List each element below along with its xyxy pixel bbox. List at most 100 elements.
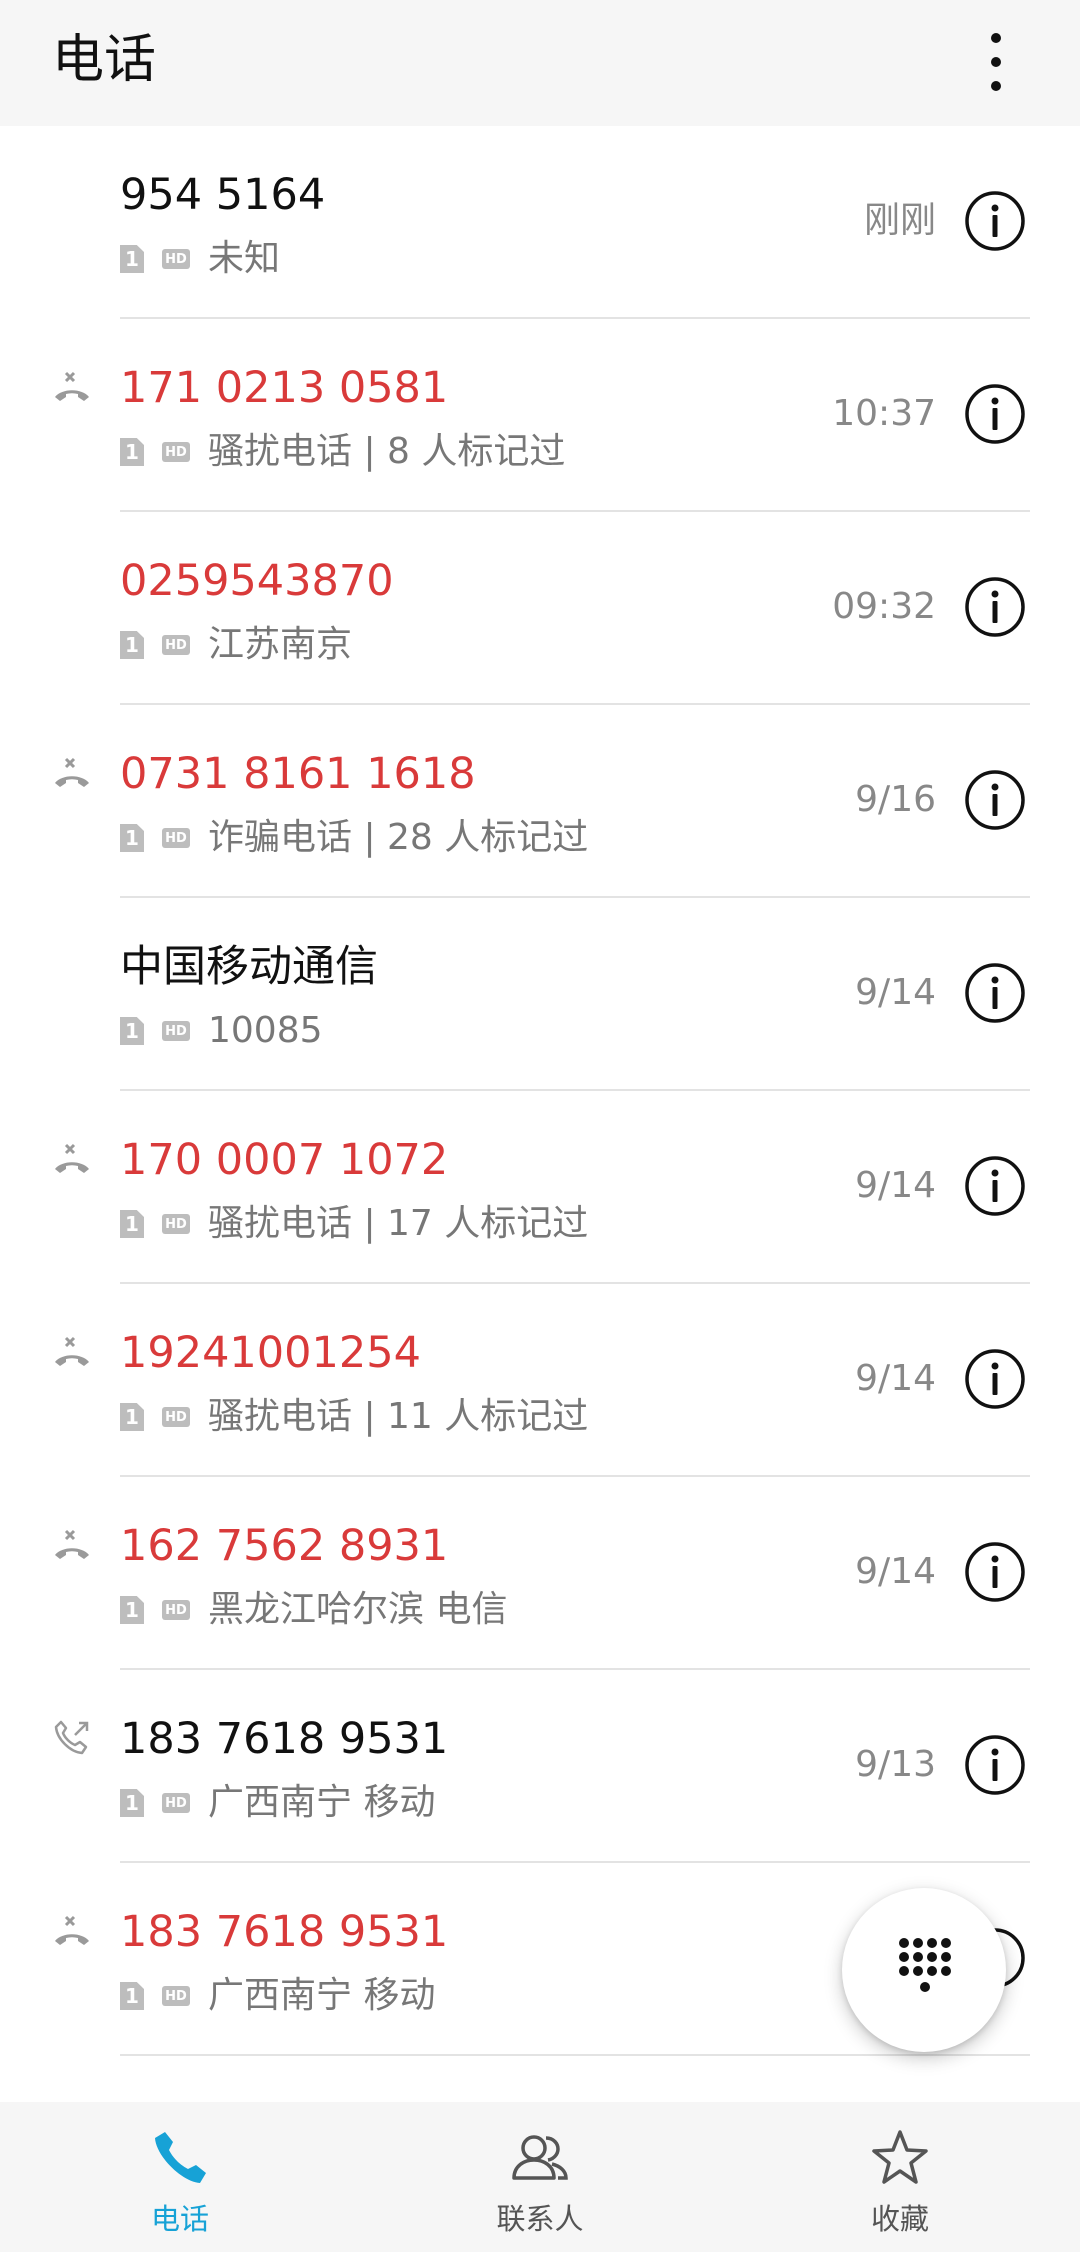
caller-name: 170 0007 1072: [120, 1135, 449, 1185]
tab-phone[interactable]: 电话: [0, 2102, 360, 2252]
call-type-icon: [52, 1718, 92, 1758]
hd-badge: HD: [162, 249, 190, 269]
call-details: 1 HD 诈骗电话 | 28 人标记过: [120, 815, 588, 861]
call-details: 1 HD 骚扰电话 | 11 人标记过: [120, 1394, 588, 1440]
caller-location: 骚扰电话 | 8 人标记过: [208, 431, 566, 472]
caller-name: 162 7562 8931: [120, 1521, 449, 1571]
dialpad-icon: [899, 1938, 951, 1992]
call-time: 9/14: [855, 972, 936, 1013]
call-time: 9/14: [855, 1358, 936, 1399]
info-icon[interactable]: [964, 1541, 1026, 1603]
phone-icon: [155, 2132, 206, 2183]
call-log-row[interactable]: 0731 8161 1618 1 HD 诈骗电话 | 28 人标记过 9/16: [0, 705, 1080, 898]
info-icon[interactable]: [964, 1155, 1026, 1217]
call-time: 刚刚: [863, 200, 936, 241]
call-type-icon: [52, 560, 92, 600]
call-details: 1 HD 江苏南京: [120, 622, 352, 668]
call-log-row[interactable]: 183 7618 9531 1 HD 广西南宁 移动 9/13: [0, 1670, 1080, 1863]
call-log-row[interactable]: 171 0213 0581 1 HD 骚扰电话 | 8 人标记过 10:37: [0, 319, 1080, 512]
caller-name: 0259543870: [120, 556, 394, 606]
call-details: 1 HD 广西南宁 移动: [120, 1780, 435, 1826]
caller-name: 19241001254: [120, 1328, 421, 1378]
hd-badge: HD: [162, 828, 190, 848]
call-details: 1 HD 未知: [120, 236, 280, 282]
sim-card-icon: 1: [120, 824, 144, 852]
caller-name: 0731 8161 1618: [120, 749, 476, 799]
divider: [120, 2054, 1030, 2056]
sim-card-icon: 1: [120, 1017, 144, 1045]
tab-contacts[interactable]: 联系人: [360, 2102, 720, 2252]
call-time: 9/14: [855, 1551, 936, 1592]
call-type-icon: [52, 174, 92, 214]
sim-card-icon: 1: [120, 1789, 144, 1817]
tab-label: 收藏: [870, 2202, 929, 2236]
app-bar: 电话: [0, 0, 1080, 126]
call-log-row[interactable]: 中国移动通信 1 HD 10085 9/14: [0, 898, 1080, 1091]
call-time: 9/14: [855, 1165, 936, 1206]
call-type-icon: [52, 1525, 92, 1565]
call-type-icon: [52, 753, 92, 793]
sim-card-icon: 1: [120, 631, 144, 659]
caller-location: 广西南宁 移动: [208, 1782, 436, 1823]
call-log-row[interactable]: 162 7562 8931 1 HD 黑龙江哈尔滨 电信 9/14: [0, 1477, 1080, 1670]
caller-location: 骚扰电话 | 17 人标记过: [208, 1203, 589, 1244]
caller-location: 10085: [208, 1010, 323, 1051]
info-icon[interactable]: [964, 190, 1026, 252]
caller-name: 中国移动通信: [120, 942, 378, 992]
info-icon[interactable]: [964, 769, 1026, 831]
caller-location: 诈骗电话 | 28 人标记过: [208, 817, 589, 858]
caller-name: 183 7618 9531: [120, 1714, 449, 1764]
call-details: 1 HD 广西南宁 移动: [120, 1973, 435, 2019]
tab-favorites[interactable]: 收藏: [720, 2102, 1080, 2252]
hd-badge: HD: [162, 1407, 190, 1427]
caller-location: 广西南宁 移动: [208, 1975, 436, 2016]
bottom-navigation: 电话 联系人 收藏: [0, 2102, 1080, 2252]
info-icon[interactable]: [964, 1734, 1026, 1796]
tab-label: 电话: [150, 2202, 209, 2236]
hd-badge: HD: [162, 1214, 190, 1234]
tab-label: 联系人: [496, 2202, 584, 2236]
hd-badge: HD: [162, 1793, 190, 1813]
caller-location: 骚扰电话 | 11 人标记过: [208, 1396, 589, 1437]
hd-badge: HD: [162, 1021, 190, 1041]
call-type-icon: [52, 367, 92, 407]
call-details: 1 HD 黑龙江哈尔滨 电信: [120, 1587, 507, 1633]
call-type-icon: [52, 1911, 92, 1951]
dialpad-button[interactable]: [842, 1888, 1006, 2052]
sim-card-icon: 1: [120, 1596, 144, 1624]
call-log-row[interactable]: 19241001254 1 HD 骚扰电话 | 11 人标记过 9/14: [0, 1284, 1080, 1477]
info-icon[interactable]: [964, 1348, 1026, 1410]
call-log-row[interactable]: 0259543870 1 HD 江苏南京 09:32: [0, 512, 1080, 705]
call-log-row[interactable]: 170 0007 1072 1 HD 骚扰电话 | 17 人标记过 9/14: [0, 1091, 1080, 1284]
star-icon: [872, 2130, 928, 2184]
hd-badge: HD: [162, 635, 190, 655]
call-time: 10:37: [832, 393, 936, 434]
call-log-list: 954 5164 1 HD 未知 刚刚 171 0213 0581 1 HD 骚…: [0, 126, 1080, 2056]
more-options-icon[interactable]: [966, 22, 1026, 102]
caller-name: 171 0213 0581: [120, 363, 449, 413]
caller-location: 未知: [208, 238, 281, 279]
call-details: 1 HD 骚扰电话 | 17 人标记过: [120, 1201, 588, 1247]
hd-badge: HD: [162, 442, 190, 462]
call-details: 1 HD 10085: [120, 1008, 323, 1054]
call-log-row[interactable]: 954 5164 1 HD 未知 刚刚: [0, 126, 1080, 319]
info-icon[interactable]: [964, 962, 1026, 1024]
call-time: 09:32: [832, 586, 936, 627]
caller-location: 黑龙江哈尔滨 电信: [208, 1589, 508, 1630]
call-details: 1 HD 骚扰电话 | 8 人标记过: [120, 429, 565, 475]
call-type-icon: [52, 1332, 92, 1372]
sim-card-icon: 1: [120, 245, 144, 273]
hd-badge: HD: [162, 1986, 190, 2006]
sim-card-icon: 1: [120, 1210, 144, 1238]
info-icon[interactable]: [964, 576, 1026, 638]
caller-name: 954 5164: [120, 170, 326, 220]
contacts-icon: [512, 2135, 568, 2180]
sim-card-icon: 1: [120, 438, 144, 466]
caller-location: 江苏南京: [208, 624, 353, 665]
call-time: 9/13: [855, 1744, 936, 1785]
caller-name: 183 7618 9531: [120, 1907, 449, 1957]
call-type-icon: [52, 1139, 92, 1179]
sim-card-icon: 1: [120, 1403, 144, 1431]
info-icon[interactable]: [964, 383, 1026, 445]
page-title: 电话: [52, 30, 157, 90]
